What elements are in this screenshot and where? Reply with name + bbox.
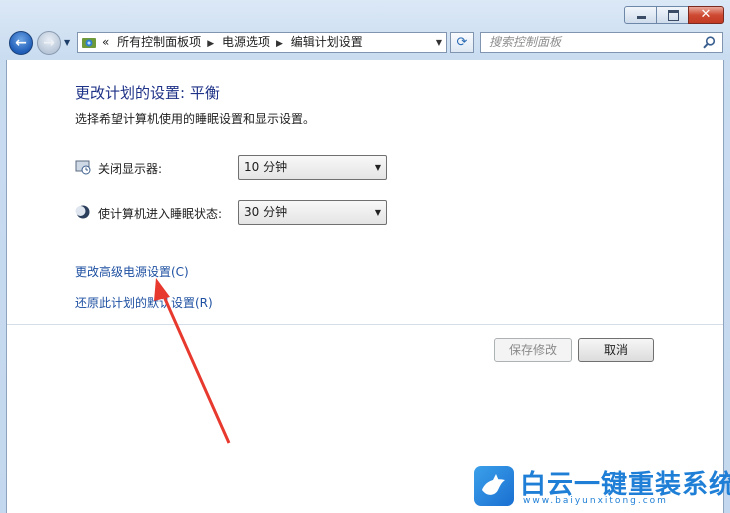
- annotation-arrow-head: [154, 278, 170, 301]
- control-panel-window: ✕ ← → ▼ « 所有控制面板项 ▶ 电源选项 ▶ 编辑计划设置 ▼ ⟳ 搜索控制…: [0, 0, 730, 513]
- annotation-arrow-shaft: [160, 291, 231, 444]
- watermark-url: www.baiyunxitong.com: [523, 496, 668, 506]
- annotation-arrow: [154, 278, 231, 444]
- bird-logo-icon: [474, 466, 514, 506]
- watermark: 白云一键重装系统 www.baiyunxitong.com: [474, 466, 730, 513]
